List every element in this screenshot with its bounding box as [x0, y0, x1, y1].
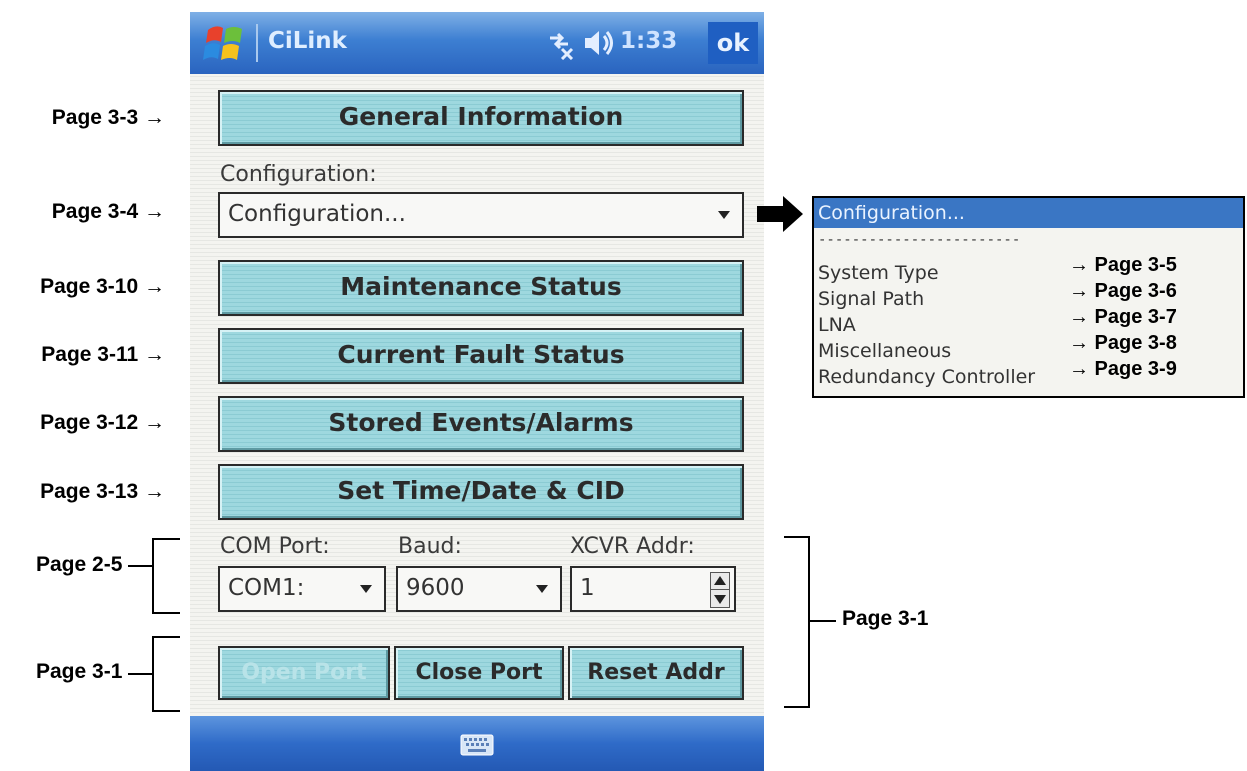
configuration-label: Configuration: — [220, 162, 377, 187]
chevron-down-icon — [718, 211, 730, 219]
popup-ref-system-type: → Page 3-5 — [1069, 254, 1177, 276]
title-bar: CiLink 1:33 ok — [190, 12, 764, 74]
main-content: General Information Configuration: Confi… — [190, 74, 764, 716]
bracket-port-group — [152, 636, 180, 712]
popup-item-redundancy-controller[interactable]: Redundancy Controller — [818, 366, 1035, 388]
annotation-page-3-11: Page 3-11 → — [41, 343, 165, 366]
popup-header[interactable]: Configuration... — [814, 198, 1243, 228]
bracket-tick — [128, 673, 152, 675]
popup-ref-signal-path: → Page 3-6 — [1069, 280, 1177, 302]
chevron-down-icon — [536, 585, 548, 593]
baud-label: Baud: — [398, 534, 462, 559]
menu-bar — [190, 716, 764, 771]
annotation-page-2-5: Page 2-5 — [36, 553, 123, 576]
xcvr-addr-value: 1 — [580, 575, 595, 601]
configuration-dropdown[interactable]: Configuration... — [218, 192, 744, 238]
com-port-label: COM Port: — [220, 534, 330, 559]
maintenance-status-button[interactable]: Maintenance Status — [218, 260, 744, 316]
xcvr-addr-stepper[interactable]: 1 — [570, 566, 736, 612]
annotation-page-3-12: Page 3-12 → — [40, 411, 165, 434]
volume-icon[interactable] — [582, 28, 616, 58]
callout-arrow-icon — [757, 196, 803, 232]
app-title: CiLink — [268, 28, 347, 54]
spin-divider — [711, 589, 729, 590]
popup-ref-miscellaneous: → Page 3-8 — [1069, 332, 1177, 354]
com-port-dropdown[interactable]: COM1: — [218, 566, 386, 612]
annotation-page-3-1-right: Page 3-1 — [842, 607, 929, 630]
title-separator — [256, 24, 258, 62]
annotation-page-3-4: Page 3-4 → — [51, 200, 165, 223]
configuration-selected-value: Configuration... — [228, 201, 406, 227]
ok-button[interactable]: ok — [708, 22, 758, 64]
annotation-page-3-3: Page 3-3 → — [51, 106, 165, 129]
general-information-button[interactable]: General Information — [218, 90, 744, 146]
windows-start-icon[interactable] — [200, 20, 250, 66]
popup-item-system-type[interactable]: System Type — [818, 262, 939, 284]
popup-ref-redundancy-controller: → Page 3-9 — [1069, 358, 1177, 380]
stored-events-alarms-button[interactable]: Stored Events/Alarms — [218, 396, 744, 452]
set-time-date-cid-button[interactable]: Set Time/Date & CID — [218, 464, 744, 520]
annotation-page-3-13: Page 3-13 → — [40, 480, 165, 503]
close-port-button[interactable]: Close Port — [394, 646, 564, 700]
spin-up-icon[interactable] — [714, 576, 726, 585]
spin-down-icon[interactable] — [714, 595, 726, 604]
baud-dropdown[interactable]: 9600 — [396, 566, 562, 612]
current-fault-status-button[interactable]: Current Fault Status — [218, 328, 744, 384]
popup-item-lna[interactable]: LNA — [818, 314, 856, 336]
annotation-page-3-1-left: Page 3-1 — [36, 660, 123, 683]
device-screen: CiLink 1:33 ok General Information Confi… — [190, 12, 764, 771]
com-port-value: COM1: — [228, 575, 305, 601]
clock: 1:33 — [620, 28, 678, 54]
annotation-page-3-10: Page 3-10 → — [40, 275, 165, 298]
bracket-tick — [128, 565, 152, 567]
bracket-addr-group — [784, 536, 810, 708]
baud-value: 9600 — [406, 575, 465, 601]
popup-item-miscellaneous[interactable]: Miscellaneous — [818, 340, 951, 362]
popup-ref-lna: → Page 3-7 — [1069, 306, 1177, 328]
xcvr-addr-label: XCVR Addr: — [570, 534, 695, 559]
configuration-dropdown-list: Configuration... -----------------------… — [812, 196, 1245, 398]
bracket-com-group — [152, 538, 180, 614]
popup-item-signal-path[interactable]: Signal Path — [818, 288, 924, 310]
bracket-tick — [810, 620, 836, 622]
chevron-down-icon — [360, 585, 372, 593]
popup-separator: ------------------------ — [818, 232, 1021, 248]
reset-addr-button[interactable]: Reset Addr — [568, 646, 744, 700]
open-port-button[interactable]: Open Port — [218, 646, 390, 700]
connectivity-icon[interactable] — [542, 26, 576, 60]
spin-buttons[interactable] — [710, 572, 730, 608]
keyboard-icon[interactable] — [460, 734, 494, 756]
